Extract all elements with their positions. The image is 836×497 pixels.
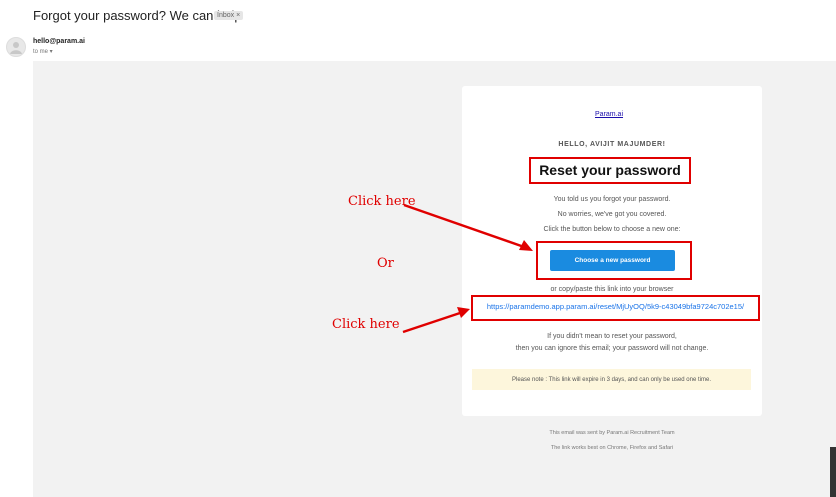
arrow-to-button	[403, 203, 533, 251]
annotation-arrows	[402, 203, 533, 334]
arrow-to-link	[402, 307, 470, 334]
scrollbar-thumb[interactable]	[830, 447, 836, 497]
